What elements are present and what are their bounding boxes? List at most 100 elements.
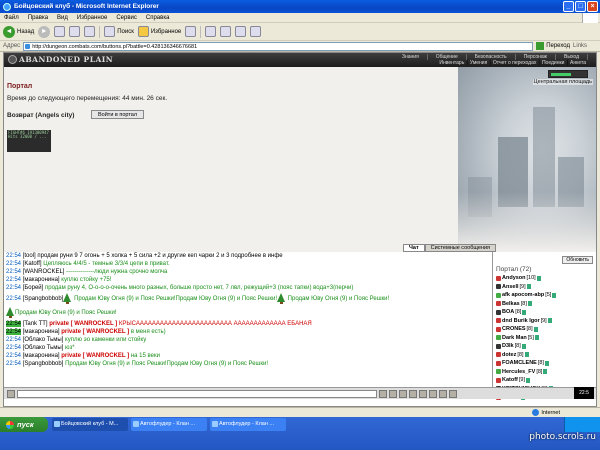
menu-file[interactable]: Файл [4, 15, 19, 21]
tab-chat[interactable]: Чат [403, 244, 425, 252]
message-author[interactable]: [Katoff] [23, 261, 42, 267]
nav-transitions-report[interactable]: Отчет о переходах [491, 60, 539, 66]
info-icon[interactable] [536, 275, 541, 281]
online-user[interactable]: D3lk [8] [496, 342, 596, 351]
translit-icon[interactable] [419, 389, 427, 398]
close-button[interactable]: × [587, 1, 598, 12]
favorites-button[interactable]: Избранное [137, 26, 181, 37]
send-icon[interactable] [379, 389, 387, 398]
message-time[interactable]: 22:54 [6, 361, 21, 367]
exit-icon[interactable] [449, 389, 457, 398]
sound-icon[interactable] [429, 389, 437, 398]
message-author[interactable]: [макаронина] [23, 353, 60, 359]
home-icon[interactable] [84, 26, 96, 37]
message-author[interactable]: [Spangbobbob] [23, 361, 64, 367]
print-icon[interactable] [220, 26, 232, 37]
info-icon[interactable] [527, 301, 532, 307]
message-author[interactable]: [Борей] [23, 285, 44, 291]
enter-portal-button[interactable]: Войти в портал [91, 110, 145, 119]
user-name[interactable]: dotez [502, 351, 516, 360]
online-user[interactable]: dotez [8] [496, 351, 596, 360]
online-user[interactable]: Belkas [8] [496, 300, 596, 309]
user-name[interactable]: Katoff [502, 376, 518, 385]
online-user[interactable]: CRONES [8] [496, 325, 596, 334]
forward-button[interactable]: ► [38, 25, 51, 38]
clear-icon[interactable] [389, 389, 397, 398]
message-author[interactable]: [WANROCKEL] [23, 269, 65, 275]
nav-battles[interactable]: Поединки [540, 60, 567, 66]
message-author[interactable]: [макаронина] [23, 329, 60, 335]
search-button[interactable]: Поиск [104, 26, 134, 37]
message-time[interactable]: 22:54 [6, 277, 21, 283]
nav-knowledge[interactable]: Знания [394, 54, 428, 60]
info-icon[interactable] [526, 284, 531, 290]
message-author[interactable]: [Tank TT] [23, 321, 48, 327]
nav-skills[interactable]: Умения [468, 60, 489, 66]
filter-icon[interactable] [409, 389, 417, 398]
online-user[interactable]: Dark Man [5] [496, 334, 596, 343]
history-icon[interactable] [185, 26, 197, 37]
task-autoflooder-1[interactable]: Автофлудер - Клан ... [131, 418, 207, 431]
online-user[interactable]: FOAMCLENE [8] [496, 359, 596, 368]
online-user[interactable]: Hercules_FV [8] [496, 368, 596, 377]
online-user[interactable]: Ansell [9] [496, 283, 596, 292]
mail-icon[interactable] [205, 26, 217, 37]
refresh-button[interactable]: Обновить [562, 256, 593, 264]
message-author[interactable]: [макаронина] [23, 277, 60, 283]
message-time[interactable]: 22:54 [6, 353, 21, 359]
nav-inventory[interactable]: Инвентарь [437, 60, 466, 66]
info-icon[interactable] [524, 352, 529, 358]
edit-icon[interactable] [235, 26, 247, 37]
info-icon[interactable] [552, 292, 557, 298]
go-button[interactable]: Переход [536, 42, 570, 50]
message-time[interactable]: 22:54 [6, 253, 21, 259]
task-autoflooder-2[interactable]: Автофлудер - Клан ... [210, 418, 286, 431]
nav-profile[interactable]: Анкета [568, 60, 588, 66]
message-private-tag[interactable]: private [ WANROCKEL ] [49, 321, 117, 327]
user-name[interactable]: Hercules_FV [502, 368, 535, 377]
online-user[interactable]: Andyson [10] [496, 274, 596, 283]
menu-favorites[interactable]: Избранное [77, 15, 107, 21]
message-private-tag[interactable]: private [ WANROCKEL ] [61, 329, 129, 335]
online-user[interactable]: afk apocom-abp [5] [496, 291, 596, 300]
menu-tools[interactable]: Сервис [116, 15, 137, 21]
refresh-icon[interactable] [69, 26, 81, 37]
maximize-button[interactable]: □ [575, 1, 586, 12]
user-name[interactable]: Ansell [502, 283, 519, 292]
user-name[interactable]: FOAMCLENE [502, 359, 537, 368]
stop-icon[interactable] [54, 26, 66, 37]
message-time[interactable]: 22:54 [6, 337, 21, 343]
message-time[interactable]: 22:54 [6, 285, 21, 291]
user-name[interactable]: Dark Man [502, 334, 527, 343]
address-input[interactable]: http://dungeon.combats.com/buttons.pl?ba… [23, 41, 534, 51]
message-time[interactable]: 22:54 [6, 321, 22, 327]
message-time[interactable]: 22:54 [6, 345, 21, 351]
message-author[interactable]: [Облако Тьмы] [23, 345, 64, 351]
user-name[interactable]: BOA [502, 308, 514, 317]
user-name[interactable]: dnd Burik Igor [502, 317, 540, 326]
tab-system-messages[interactable]: Системные сообщения [424, 244, 496, 252]
message-author[interactable]: [Spangbobbob] [23, 296, 64, 302]
links-button[interactable]: Links [573, 43, 587, 49]
online-user[interactable]: Katoff [9] [496, 376, 596, 385]
online-user[interactable]: dnd Burik Igor [9] [496, 317, 596, 326]
message-author[interactable]: [tool] [23, 253, 36, 259]
task-fightclub[interactable]: Бойцовский клуб - M... [52, 418, 128, 431]
online-user[interactable]: BOA [8] [496, 308, 596, 317]
chat-input[interactable] [17, 389, 377, 398]
message-time[interactable]: 22:54 [6, 296, 21, 302]
user-name[interactable]: D3lk [502, 342, 514, 351]
menu-view[interactable]: Вид [57, 15, 68, 21]
info-icon[interactable] [522, 309, 527, 315]
user-name[interactable]: Andyson [502, 274, 526, 283]
menu-help[interactable]: Справка [146, 15, 170, 21]
user-name[interactable]: afk apocom-abp [502, 291, 544, 300]
message-private-tag[interactable]: private [ WANROCKEL ] [61, 353, 129, 359]
message-author[interactable]: [Облако Тьмы] [23, 337, 64, 343]
start-button[interactable]: пуск [0, 417, 48, 432]
info-icon[interactable] [534, 335, 539, 341]
info-icon[interactable] [547, 318, 552, 324]
messenger-icon[interactable] [250, 26, 262, 37]
user-name[interactable]: Belkas [502, 300, 520, 309]
message-time[interactable]: 22:54 [6, 261, 21, 267]
